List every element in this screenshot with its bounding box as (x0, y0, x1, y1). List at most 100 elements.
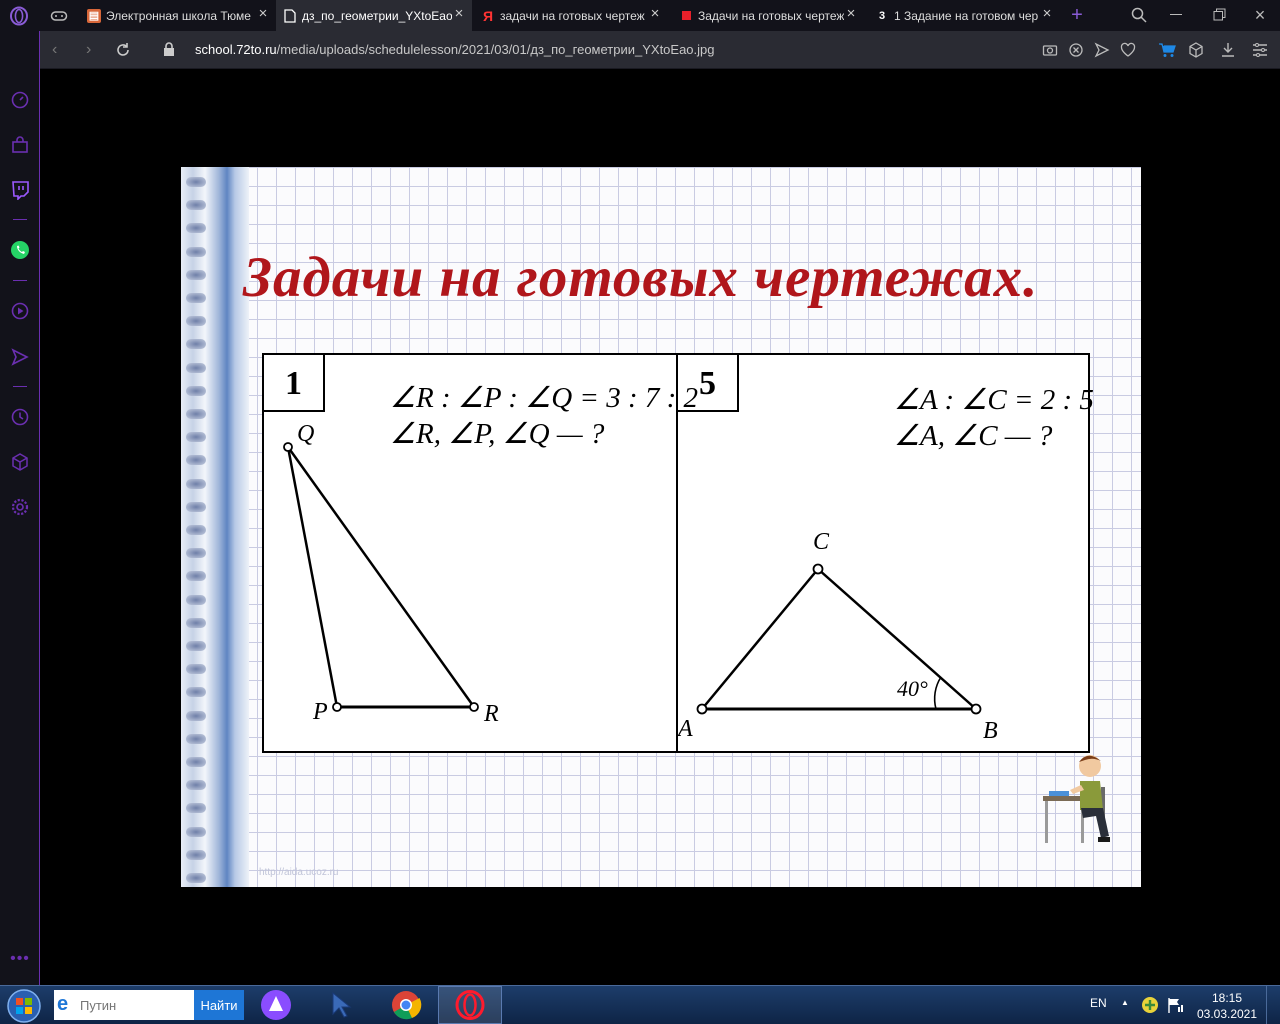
opera-taskbar-icon[interactable] (438, 986, 502, 1024)
yandex-search-box: e (54, 990, 194, 1020)
search-input[interactable] (78, 990, 192, 1020)
close-icon[interactable]: × (256, 6, 270, 21)
network-flag-icon[interactable] (1166, 996, 1184, 1014)
restore-icon[interactable] (1213, 8, 1226, 21)
yandex-disk-icon[interactable] (1141, 996, 1159, 1014)
spiral-ring (186, 223, 206, 234)
reload-icon[interactable] (115, 42, 131, 58)
tab-label: дз_по_геометрии_YXtoEao (302, 8, 452, 23)
download-icon[interactable] (1220, 42, 1236, 58)
spiral-ring (186, 200, 206, 211)
sidebar-divider (13, 280, 27, 281)
shopping-bag-icon[interactable] (10, 135, 30, 155)
chrome-icon[interactable] (374, 986, 438, 1024)
lock-icon[interactable] (163, 42, 175, 57)
vertex-q-label: Q (297, 421, 314, 447)
student-at-desk-illustration (1043, 755, 1110, 843)
more-options-icon[interactable]: ••• (10, 951, 30, 967)
spiral-ring (186, 757, 206, 767)
spiral-ring (186, 478, 206, 489)
language-indicator[interactable]: EN (1090, 996, 1107, 1010)
problems-panel: 1 ∠R : ∠P : ∠Q = 3 : 7 : 2 ∠R, ∠P, ∠Q — … (262, 353, 1094, 753)
tab-task-one[interactable]: 3 1 Задание на готовом чер × (864, 0, 1060, 31)
tab-geometry-homework[interactable]: дз_по_геометрии_YXtoEao × (276, 0, 472, 31)
spiral-ring (186, 409, 206, 419)
spiral-ring (186, 803, 206, 814)
edge-e-icon: e (57, 993, 69, 1015)
alice-assistant-icon[interactable] (244, 986, 308, 1024)
vertex-p-label: P (312, 699, 328, 725)
flow-send-icon[interactable] (10, 347, 30, 367)
screen: ▤ Электронная школа Тюме × дз_по_геометр… (0, 0, 1280, 1024)
vertex-a-label: A (676, 716, 693, 742)
adblock-icon[interactable] (1068, 42, 1084, 58)
search-tabs-icon[interactable] (1131, 7, 1147, 23)
player-icon[interactable] (10, 301, 30, 321)
tab-ready-drawings[interactable]: Задачи на готовых чертеж × (668, 0, 864, 31)
tab-label: Задачи на готовых чертеж (698, 8, 845, 23)
sidebar-divider (13, 386, 27, 387)
show-desktop-button[interactable] (1266, 986, 1280, 1024)
triangle-acb (696, 563, 982, 715)
angle-b-label: 40° (897, 676, 928, 701)
cube-icon[interactable] (1188, 42, 1204, 58)
address-bar: ‹ › school.72to.ru/media/uploads/schedul… (40, 31, 1280, 69)
camera-icon[interactable] (1042, 42, 1058, 58)
spiral-ring (186, 641, 206, 651)
clock-date: 03.03.2021 (1196, 1007, 1258, 1021)
tab-electronic-school[interactable]: ▤ Электронная школа Тюме × (80, 0, 276, 31)
document-favicon-icon (283, 8, 297, 23)
spiral-ring (186, 849, 206, 860)
url-field[interactable]: school.72to.ru/media/uploads/scheduleles… (195, 42, 715, 57)
shopping-cart-icon[interactable] (1158, 42, 1176, 58)
url-host: school.72to.ru (195, 42, 277, 57)
close-icon[interactable]: × (844, 6, 858, 21)
extensions-cube-icon[interactable] (10, 452, 30, 472)
spiral-ring (186, 339, 206, 350)
spiral-ring (186, 594, 206, 605)
tab-label: Электронная школа Тюме (106, 8, 251, 23)
spiral-ring (186, 617, 206, 628)
minimize-icon[interactable] (1170, 14, 1182, 15)
back-icon[interactable]: ‹ (52, 42, 66, 58)
close-icon[interactable]: × (1040, 6, 1054, 21)
tab-label: 1 Задание на готовом чер (894, 8, 1039, 23)
close-icon[interactable]: × (452, 6, 466, 21)
red-square-favicon-icon (679, 9, 693, 23)
start-button-icon[interactable] (6, 988, 42, 1024)
slide-title: Задачи на готовых чертежах. (243, 246, 1039, 309)
spiral-ring (186, 780, 206, 791)
yandex-favicon-icon: Я (482, 7, 494, 24)
whatsapp-icon[interactable] (10, 240, 30, 260)
spiral-ring (186, 246, 206, 257)
tab-label: задачи на готовых чертеж (500, 8, 645, 23)
search-button[interactable]: Найти (194, 990, 244, 1020)
school-favicon-icon: ▤ (87, 8, 101, 23)
spiral-ring (186, 455, 206, 466)
system-clock[interactable]: 18:15 03.03.2021 (1196, 990, 1258, 1022)
send-icon[interactable] (1094, 42, 1110, 58)
speed-dial-icon[interactable] (10, 90, 30, 110)
url-path: /media/uploads/schedulelesson/2021/03/01… (276, 42, 715, 57)
cursor-app-icon[interactable] (310, 986, 374, 1024)
easy-setup-icon[interactable] (1252, 42, 1268, 58)
spiral-ring (186, 293, 206, 303)
vertex-r-label: R (483, 701, 499, 727)
settings-gear-icon[interactable] (10, 497, 30, 517)
gamepad-icon[interactable] (50, 8, 68, 24)
heart-icon[interactable] (1120, 42, 1136, 58)
spiral-ring (186, 269, 206, 280)
show-hidden-icons-icon[interactable]: ▲ (1120, 998, 1130, 1008)
spiral-ring (186, 826, 206, 837)
close-icon[interactable]: × (648, 6, 662, 21)
sidebar-divider (13, 219, 27, 220)
twitch-icon[interactable] (10, 180, 30, 201)
triangle-qpr (283, 442, 479, 712)
new-tab-icon[interactable]: + (1068, 5, 1086, 25)
opera-menu-icon[interactable] (9, 6, 29, 26)
forward-icon[interactable]: › (86, 42, 100, 58)
tab-yandex-search[interactable]: Я задачи на готовых чертеж × (472, 0, 668, 31)
history-icon[interactable] (10, 407, 30, 427)
close-window-icon[interactable]: × (1252, 6, 1268, 24)
vertex-b-label: B (983, 718, 998, 744)
